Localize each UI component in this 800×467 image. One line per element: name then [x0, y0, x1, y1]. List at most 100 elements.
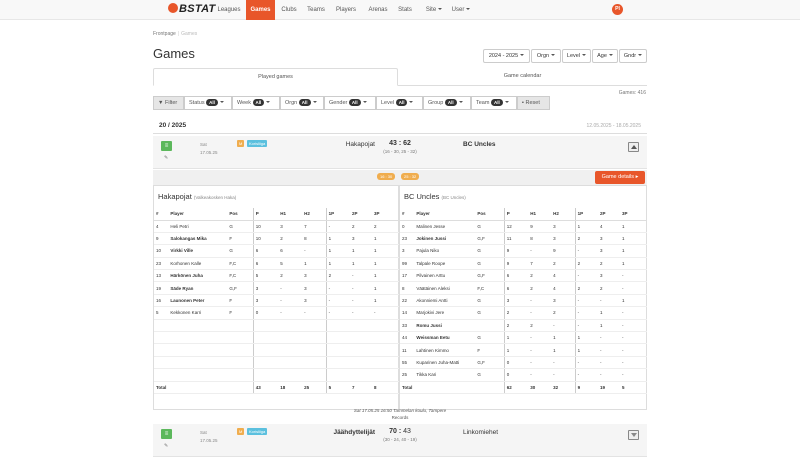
column-header[interactable]: 2P: [350, 208, 372, 221]
expand-button[interactable]: [628, 430, 639, 440]
column-header[interactable]: Pos: [227, 208, 254, 221]
player-name[interactable]: Tikka Kari: [414, 368, 476, 382]
player-name[interactable]: Talpale Roope: [414, 257, 476, 271]
breadcrumb-home-link[interactable]: Frontpage: [153, 31, 176, 37]
column-header[interactable]: Player: [414, 208, 476, 221]
nav-games[interactable]: Games: [246, 0, 275, 20]
filter-gender[interactable]: Gender All: [324, 96, 376, 110]
player-name[interactable]: Marjokivi Jere: [414, 306, 476, 320]
column-header[interactable]: 1P: [574, 208, 599, 221]
player-name[interactable]: Kuparinen Juha-Matti: [414, 356, 476, 370]
list-icon[interactable]: ≡: [161, 429, 172, 439]
player-name[interactable]: Kekkonen Karri: [168, 306, 228, 320]
nav-user-dropdown[interactable]: User: [450, 0, 472, 20]
stat-cell: -: [598, 343, 620, 357]
column-header[interactable]: H1: [528, 208, 552, 221]
filter-orgn[interactable]: Orgn All: [280, 96, 324, 110]
column-header[interactable]: 1P: [325, 208, 351, 221]
player-name[interactable]: Pilvainen Arttu: [414, 269, 476, 283]
player-name[interactable]: Säde Ryan: [168, 281, 228, 295]
tab-played-games[interactable]: Played games: [153, 68, 398, 86]
organization-dropdown[interactable]: Orgn: [531, 49, 561, 63]
nav-site-dropdown[interactable]: Site: [424, 0, 444, 20]
nav-teams[interactable]: Teams: [303, 0, 329, 20]
filter-week[interactable]: Week All: [232, 96, 280, 110]
column-header[interactable]: P: [252, 208, 279, 221]
stat-cell: -: [325, 281, 351, 295]
column-header[interactable]: Pos: [475, 208, 505, 221]
column-header[interactable]: H2: [551, 208, 576, 221]
player-name[interactable]: Lahtinen Kimmo: [414, 343, 476, 357]
collapse-button[interactable]: [628, 142, 639, 152]
list-icon[interactable]: ≡: [161, 141, 172, 151]
player-name[interactable]: Härkönen Juha: [168, 269, 228, 283]
column-header[interactable]: 3P: [620, 208, 647, 221]
player-name[interactable]: Weissman Eetu: [414, 331, 476, 345]
caret-down-icon: [582, 54, 587, 56]
user-avatar[interactable]: PI: [612, 4, 623, 15]
records-link[interactable]: Records: [153, 414, 647, 421]
nav-stats[interactable]: Stats: [394, 0, 416, 20]
level-dropdown[interactable]: Level: [562, 49, 591, 63]
player-name[interactable]: Virkki Ville: [168, 244, 228, 258]
filter-status[interactable]: Status All: [184, 96, 232, 110]
nav-leagues[interactable]: Leagues: [214, 0, 244, 20]
column-header[interactable]: P: [503, 208, 529, 221]
player-name[interactable]: Jokinen Jussi: [414, 232, 476, 246]
player-name[interactable]: Pajula Niko: [414, 244, 476, 258]
stat-cell: 1: [620, 294, 647, 308]
player-name[interactable]: Korhonen Kalle: [168, 257, 228, 271]
game-date: Sat 17.05.25: [200, 142, 218, 155]
column-header[interactable]: #: [400, 208, 415, 221]
player-name[interactable]: Launonen Peter: [168, 294, 228, 308]
player-name[interactable]: Akonniemi Antti: [414, 294, 476, 308]
filter-level[interactable]: Level All: [376, 96, 423, 110]
stat-cell: -: [528, 306, 552, 320]
stat-cell: [302, 343, 327, 357]
player-name[interactable]: Väätäinen Aleksi: [414, 281, 476, 295]
stat-cell: 7: [302, 220, 327, 233]
reset-button[interactable]: ▪ Reset: [517, 96, 550, 110]
gender-dropdown[interactable]: Gndr: [619, 49, 647, 63]
table-row: 22 Akonniemi Antti G 3-3- -1: [400, 294, 647, 308]
column-header[interactable]: 2P: [598, 208, 620, 221]
stat-cell: 1: [372, 257, 399, 271]
column-header[interactable]: 3P: [372, 208, 399, 221]
away-team-name[interactable]: Linkomiehet: [463, 429, 498, 436]
away-team-name[interactable]: BC Uncles: [463, 141, 496, 148]
filter-button[interactable]: ▼ Filter: [153, 96, 184, 110]
player-name[interactable]: Heli Petri: [168, 220, 228, 233]
age-dropdown[interactable]: Age: [592, 49, 618, 63]
stat-cell: [350, 343, 372, 357]
total-cell: 7: [350, 380, 372, 394]
game-row[interactable]: ≡ ✎ Sat 17.05.25 M Korisliiga Jäähdytteli…: [153, 424, 647, 457]
filter-group[interactable]: Group All: [423, 96, 471, 110]
pencil-icon[interactable]: ✎: [164, 155, 168, 161]
nav-clubs[interactable]: Clubs: [277, 0, 301, 20]
home-team-name[interactable]: Jäähdyttelijät: [333, 429, 375, 436]
site-logo[interactable]: BSTAT: [168, 3, 216, 15]
stat-cell: [278, 331, 303, 345]
total-cell: 5: [325, 380, 351, 394]
column-header[interactable]: Player: [168, 208, 228, 221]
column-header[interactable]: H1: [278, 208, 303, 221]
player-name[interactable]: Malinen Jesse: [414, 220, 476, 233]
filter-team[interactable]: Team All: [471, 96, 517, 110]
tab-game-calendar[interactable]: Game calendar: [398, 68, 647, 86]
season-dropdown[interactable]: 2024 - 2025: [483, 49, 530, 63]
table-row: [154, 356, 399, 370]
caret-down-icon: [362, 101, 367, 103]
column-header[interactable]: #: [154, 208, 169, 221]
pencil-icon[interactable]: ✎: [164, 443, 168, 449]
nav-players[interactable]: Players: [331, 0, 361, 20]
home-team-name[interactable]: Hakapojat: [346, 141, 375, 148]
game-details-button[interactable]: Game details ▸: [595, 171, 645, 184]
column-header[interactable]: H2: [302, 208, 327, 221]
stat-cell: 2: [574, 257, 599, 271]
player-name[interactable]: Romu Jussi: [414, 319, 476, 333]
game-row[interactable]: ≡ ✎ Sat 17.05.25 M Korisliiga Hakapojat 4…: [153, 136, 647, 169]
nav-arenas[interactable]: Arenas: [364, 0, 392, 20]
stat-cell: 2: [372, 220, 399, 233]
player-name[interactable]: Salokangas Mika: [168, 232, 228, 246]
stat-cell: 4: [551, 281, 576, 295]
